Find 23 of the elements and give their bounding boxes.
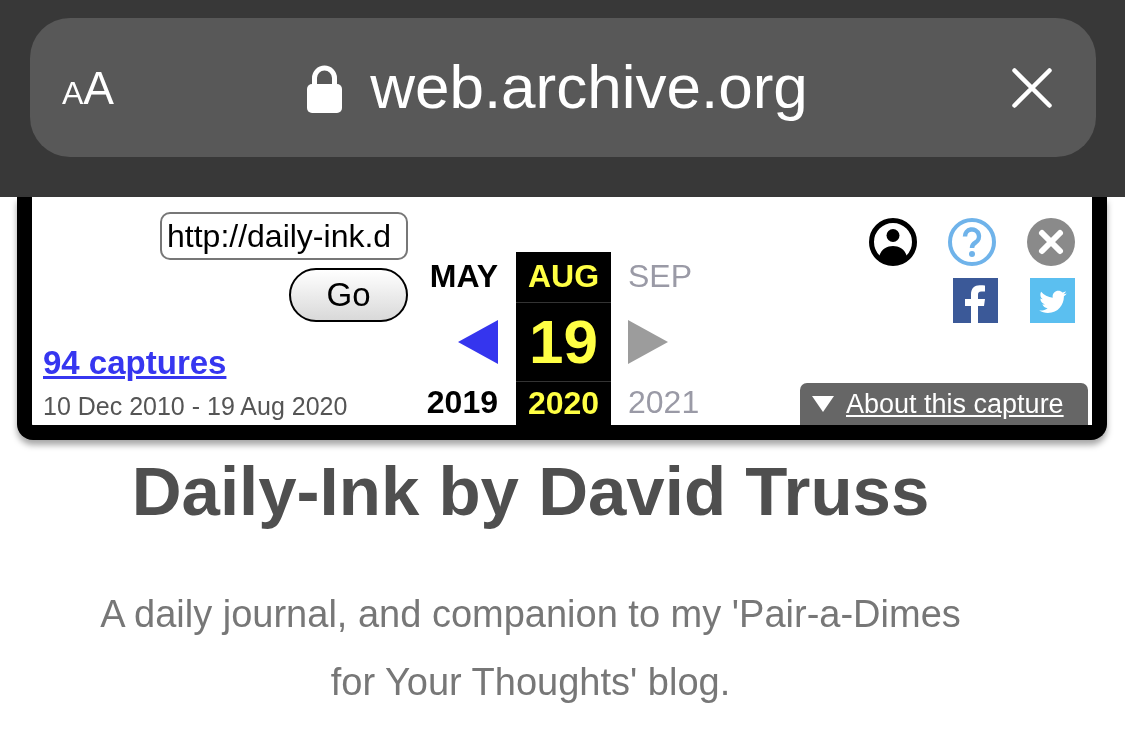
user-circle-icon[interactable]	[869, 218, 917, 266]
facebook-icon[interactable]	[953, 278, 998, 323]
blog-tagline: A daily journal, and companion to my 'Pair-a-Dimes for Your Thoughts' blog.	[99, 592, 962, 705]
url-input[interactable]: http://daily-ink.d	[160, 212, 408, 260]
year-link[interactable]: 2019	[426, 385, 498, 421]
close-icon[interactable]	[1012, 67, 1052, 108]
month-label: SEP	[628, 259, 693, 295]
year-label: 2021	[628, 385, 700, 421]
address-bar[interactable]: AA web.archive.org	[30, 18, 1096, 157]
month-link[interactable]: MAY	[429, 259, 498, 295]
captures-link[interactable]: 94 captures	[43, 344, 227, 382]
text-size-button[interactable]: AA	[62, 64, 115, 111]
day-number: 19	[529, 307, 598, 377]
close-icon[interactable]	[1027, 218, 1075, 266]
caret-icon	[812, 396, 834, 412]
year-link[interactable]: 2020	[527, 385, 600, 422]
left-arrow-icon[interactable]	[458, 319, 498, 364]
url-text: web.archive.org	[370, 53, 808, 122]
date-range-text: 10 Dec 2010 - 19 Aug 2020	[43, 392, 348, 420]
month-link[interactable]: AUG	[527, 259, 600, 295]
about-capture-button[interactable]: About this capture	[800, 383, 1088, 425]
blog-title: Daily-Ink by David Truss	[131, 452, 930, 531]
go-button[interactable]: Go	[289, 268, 408, 322]
